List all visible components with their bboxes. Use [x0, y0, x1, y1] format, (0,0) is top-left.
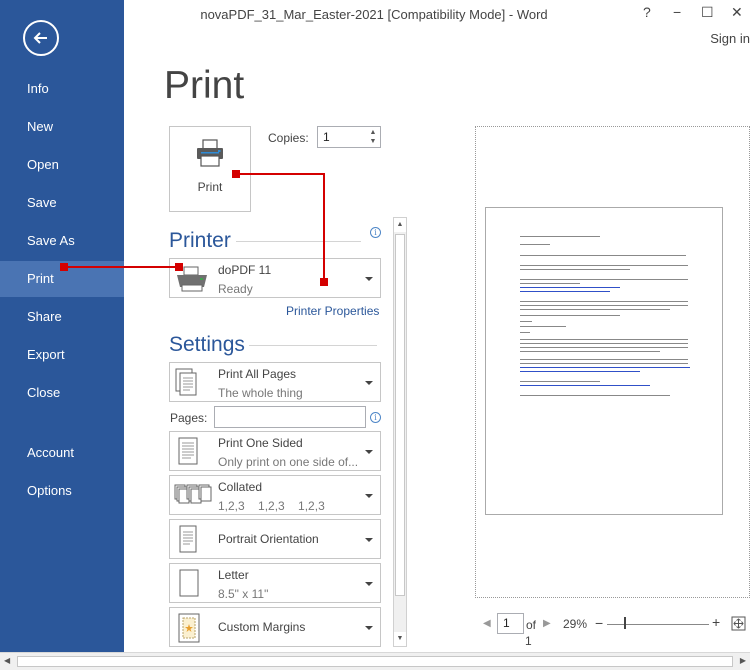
sides-subtitle: Only print on one side of... — [218, 455, 359, 469]
previous-page-icon[interactable]: ◀ — [483, 618, 491, 629]
maximize-button[interactable]: ☐ — [701, 4, 714, 21]
settings-scrollbar[interactable]: ▲ ▼ — [393, 217, 407, 647]
print-button[interactable]: Print — [169, 126, 251, 212]
info-icon[interactable]: i — [370, 227, 381, 238]
copies-value: 1 — [323, 130, 330, 144]
scroll-up-icon[interactable]: ▲ — [394, 218, 406, 232]
scroll-left-icon[interactable]: ◀ — [4, 656, 10, 665]
sidebar-item-close[interactable]: Close — [0, 375, 124, 411]
section-divider — [249, 345, 377, 346]
printer-icon — [197, 139, 223, 167]
sidebar-item-save-as[interactable]: Save As — [0, 223, 124, 259]
chevron-down-icon — [365, 277, 373, 281]
page-number-value: 1 — [503, 616, 510, 630]
scroll-right-icon[interactable]: ▶ — [740, 656, 746, 665]
margins-dropdown[interactable]: Custom Margins — [169, 607, 381, 647]
pages-input[interactable] — [214, 406, 366, 428]
zoom-out-button[interactable]: − — [595, 615, 603, 631]
sidebar-item-new[interactable]: New — [0, 109, 124, 145]
printer-properties-link[interactable]: Printer Properties — [286, 304, 379, 318]
all-pages-icon — [175, 368, 197, 396]
next-page-icon[interactable]: ▶ — [543, 618, 551, 629]
backstage-sidebar: Info New Open Save Save As Print Share E… — [0, 0, 124, 652]
copies-label: Copies: — [268, 131, 309, 145]
copies-input[interactable]: 1 ▲ ▼ — [317, 126, 381, 148]
chevron-down-icon — [365, 494, 373, 498]
scroll-down-icon[interactable]: ▼ — [394, 632, 406, 646]
zoom-slider[interactable] — [607, 624, 709, 625]
horizontal-scrollbar[interactable]: ◀ ▶ — [0, 652, 750, 670]
orientation-title: Portrait Orientation — [218, 532, 319, 546]
page-of-label: of — [526, 618, 537, 632]
sidebar-item-options[interactable]: Options — [0, 473, 124, 509]
printer-device-icon — [177, 266, 207, 292]
zoom-level[interactable]: 29% — [563, 617, 587, 631]
margins-title: Custom Margins — [218, 620, 306, 634]
sides-dropdown[interactable]: Print One Sided Only print on one side o… — [169, 431, 381, 471]
paper-size-icon — [179, 569, 199, 597]
help-button[interactable]: ? — [643, 4, 651, 20]
zoom-to-page-icon[interactable] — [731, 616, 746, 631]
sign-in-link[interactable]: Sign in — [710, 31, 750, 46]
chevron-down-icon — [365, 626, 373, 630]
scroll-thumb[interactable] — [395, 234, 405, 596]
sidebar-item-export[interactable]: Export — [0, 337, 124, 373]
page-total: 1 — [525, 634, 532, 648]
margins-icon — [178, 613, 200, 643]
one-sided-icon — [178, 437, 198, 465]
collation-title: Collated — [218, 480, 263, 494]
page-number-input[interactable]: 1 — [497, 613, 524, 634]
copies-up-icon[interactable]: ▲ — [368, 128, 378, 137]
collation-subtitle: 1,2,3 1,2,3 1,2,3 — [218, 499, 325, 513]
page-title: Print — [164, 64, 245, 107]
window-title: novaPDF_31_Mar_Easter-2021 [Compatibilit… — [200, 7, 548, 22]
minimize-button[interactable]: − — [673, 4, 681, 20]
pages-label: Pages: — [170, 411, 208, 425]
printer-name: doPDF 11 — [218, 263, 272, 277]
zoom-in-button[interactable]: + — [712, 614, 720, 630]
collated-icon — [174, 484, 212, 504]
back-arrow-icon[interactable] — [23, 20, 59, 56]
page-preview — [485, 207, 723, 515]
print-range-title: Print All Pages — [218, 367, 297, 381]
sidebar-item-open[interactable]: Open — [0, 147, 124, 183]
paper-size-title: Letter — [218, 568, 249, 582]
sidebar-item-save[interactable]: Save — [0, 185, 124, 221]
scroll-thumb[interactable] — [17, 656, 733, 667]
print-range-subtitle: The whole thing — [218, 386, 303, 400]
zoom-slider-thumb[interactable] — [624, 617, 626, 629]
close-button[interactable]: ✕ — [731, 4, 743, 21]
sidebar-item-print[interactable]: Print — [0, 261, 124, 297]
copies-down-icon[interactable]: ▼ — [368, 137, 378, 146]
chevron-down-icon — [365, 381, 373, 385]
portrait-icon — [179, 525, 197, 553]
paper-size-subtitle: 8.5" x 11" — [218, 587, 269, 601]
sidebar-item-info[interactable]: Info — [0, 71, 124, 107]
printer-section-title: Printer — [169, 229, 231, 252]
info-icon[interactable]: i — [370, 412, 381, 423]
sidebar-item-share[interactable]: Share — [0, 299, 124, 335]
chevron-down-icon — [365, 450, 373, 454]
chevron-down-icon — [365, 582, 373, 586]
printer-dropdown[interactable]: doPDF 11 Ready — [169, 258, 381, 298]
print-range-dropdown[interactable]: Print All Pages The whole thing — [169, 362, 381, 402]
collation-dropdown[interactable]: Collated 1,2,3 1,2,3 1,2,3 — [169, 475, 381, 515]
settings-section-title: Settings — [169, 333, 245, 356]
sides-title: Print One Sided — [218, 436, 303, 450]
sidebar-item-account[interactable]: Account — [0, 435, 124, 471]
word-print-backstage: Info New Open Save Save As Print Share E… — [0, 0, 750, 670]
printer-status: Ready — [218, 282, 253, 296]
paper-size-dropdown[interactable]: Letter 8.5" x 11" — [169, 563, 381, 603]
chevron-down-icon — [365, 538, 373, 542]
print-button-label: Print — [197, 180, 223, 194]
orientation-dropdown[interactable]: Portrait Orientation — [169, 519, 381, 559]
section-divider — [236, 241, 361, 242]
